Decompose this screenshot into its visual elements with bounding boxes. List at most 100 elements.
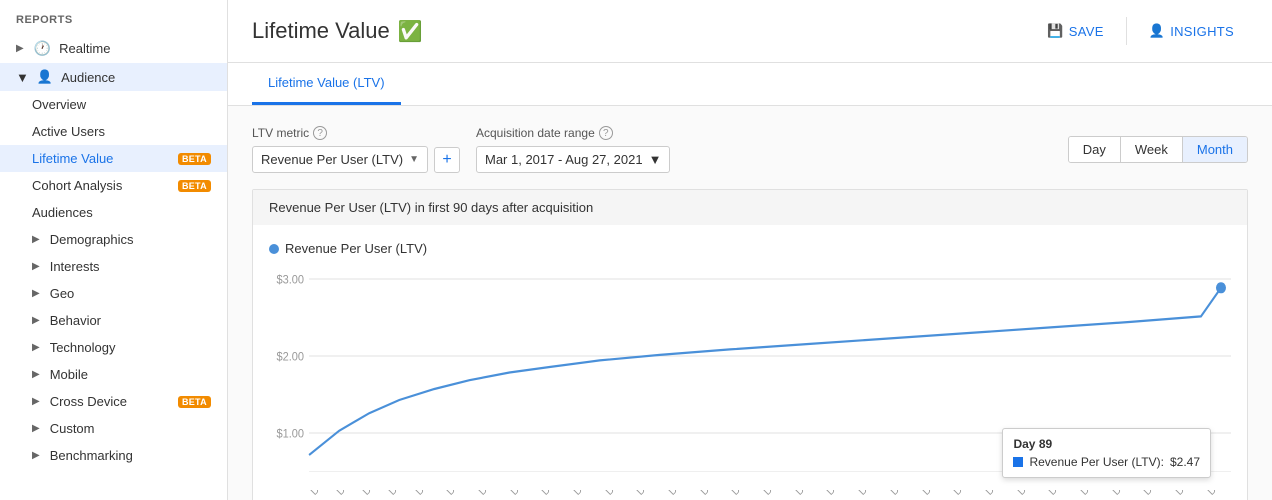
audience-icon: 👤: [37, 69, 53, 85]
sidebar-item-geo[interactable]: ▶ Geo: [0, 280, 227, 307]
sidebar-item-label-lifetime-value: Lifetime Value: [32, 151, 170, 166]
x-label-48: Day 48: [794, 490, 824, 498]
legend-label: Revenue Per User (LTV): [285, 241, 427, 256]
main-content: Lifetime Value ✅ 💾 SAVE 👤 INSIGHTS Lifet…: [228, 0, 1272, 500]
realtime-icon: 🕐: [34, 40, 51, 57]
time-btn-month[interactable]: Month: [1183, 137, 1247, 162]
sidebar: REPORTS ▶ 🕐 Realtime ▼ 👤 Audience Overvi…: [0, 0, 228, 500]
insights-button[interactable]: 👤 INSIGHTS: [1135, 16, 1248, 46]
technology-chevron: ▶: [32, 342, 40, 353]
x-label-12: Day 12: [414, 490, 444, 498]
acquisition-date-value: Mar 1, 2017 - Aug 27, 2021: [485, 152, 643, 167]
ltv-metric-select-row: Revenue Per User (LTV) ▼ +: [252, 146, 460, 173]
behavior-chevron: ▶: [32, 315, 40, 326]
sidebar-item-cohort-analysis[interactable]: Cohort Analysis BETA: [0, 172, 227, 199]
x-label-42: Day 42: [730, 490, 760, 498]
sidebar-item-label-active-users: Active Users: [32, 124, 211, 139]
acquisition-help-icon[interactable]: ?: [599, 126, 613, 140]
sidebar-item-benchmarking[interactable]: ▶ Benchmarking: [0, 442, 227, 469]
chart-svg-wrapper: $3.00 $2.00 $1.00 Day 89 Revenue Per Us: [269, 268, 1231, 488]
x-axis-labels: Day 0 Day 3 Day 6 Day 9 Day 12 Day 15 Da…: [269, 490, 1231, 500]
content-area: LTV metric ? Revenue Per User (LTV) ▼ + …: [228, 106, 1272, 500]
ltv-metric-add-button[interactable]: +: [434, 147, 460, 173]
x-label-18: Day 18: [477, 490, 507, 498]
sidebar-item-label-cross-device: Cross Device: [50, 394, 170, 409]
sidebar-item-label-geo: Geo: [50, 286, 211, 301]
save-button[interactable]: 💾 SAVE: [1033, 16, 1117, 46]
sidebar-item-demographics[interactable]: ▶ Demographics: [0, 226, 227, 253]
sidebar-item-interests[interactable]: ▶ Interests: [0, 253, 227, 280]
x-label-78: Day 78: [1111, 490, 1141, 498]
cross-device-badge: BETA: [178, 396, 211, 408]
tab-lifetime-value[interactable]: Lifetime Value (LTV): [252, 63, 401, 105]
ltv-metric-group: LTV metric ? Revenue Per User (LTV) ▼ +: [252, 126, 460, 173]
x-label-36: Day 36: [667, 490, 697, 498]
controls-row: LTV metric ? Revenue Per User (LTV) ▼ + …: [252, 126, 1248, 173]
ltv-metric-select[interactable]: Revenue Per User (LTV) ▼: [252, 146, 428, 173]
x-label-0: Day 0: [309, 490, 335, 498]
x-label-21: Day 21: [509, 490, 539, 498]
sidebar-item-label-behavior: Behavior: [50, 313, 211, 328]
title-text: Lifetime Value: [252, 18, 390, 44]
sidebar-item-label-interests: Interests: [50, 259, 211, 274]
sidebar-item-realtime[interactable]: ▶ 🕐 Realtime: [0, 34, 227, 63]
header-divider: [1126, 17, 1127, 45]
mobile-chevron: ▶: [32, 369, 40, 380]
x-label-3: Day 3: [335, 490, 361, 498]
x-label-24: Day 24: [540, 490, 570, 498]
x-label-66: Day 66: [984, 490, 1014, 498]
sidebar-item-custom[interactable]: ▶ Custom: [0, 415, 227, 442]
x-label-30: Day 30: [604, 490, 634, 498]
x-label-15: Day 15: [445, 490, 475, 498]
acquisition-label: Acquisition date range ?: [476, 126, 670, 140]
sidebar-item-label-custom: Custom: [50, 421, 211, 436]
sidebar-item-label-overview: Overview: [32, 97, 211, 112]
time-btn-week[interactable]: Week: [1121, 137, 1183, 162]
sidebar-item-label-technology: Technology: [50, 340, 211, 355]
sidebar-item-audiences[interactable]: Audiences: [0, 199, 227, 226]
lifetime-value-badge: BETA: [178, 153, 211, 165]
sidebar-item-overview[interactable]: Overview: [0, 91, 227, 118]
benchmarking-chevron: ▶: [32, 450, 40, 461]
sidebar-item-cross-device[interactable]: ▶ Cross Device BETA: [0, 388, 227, 415]
interests-chevron: ▶: [32, 261, 40, 272]
tooltip-row: Revenue Per User (LTV): $2.47: [1013, 455, 1200, 469]
custom-chevron: ▶: [32, 423, 40, 434]
cohort-analysis-badge: BETA: [178, 180, 211, 192]
svg-text:$1.00: $1.00: [277, 428, 305, 441]
x-label-84: Day 84: [1174, 490, 1204, 498]
sidebar-item-audience[interactable]: ▼ 👤 Audience: [0, 63, 227, 91]
geo-chevron: ▶: [32, 288, 40, 299]
chart-container: Revenue Per User (LTV) in first 90 days …: [252, 189, 1248, 500]
sidebar-item-label-audience: Audience: [61, 70, 211, 85]
x-label-72: Day 72: [1047, 490, 1077, 498]
sidebar-item-behavior[interactable]: ▶ Behavior: [0, 307, 227, 334]
acquisition-group: Acquisition date range ? Mar 1, 2017 - A…: [476, 126, 670, 173]
tooltip-metric-value: $2.47: [1170, 455, 1200, 469]
x-label-51: Day 51: [825, 490, 855, 498]
sidebar-item-label-mobile: Mobile: [50, 367, 211, 382]
time-btn-day[interactable]: Day: [1069, 137, 1121, 162]
sidebar-item-lifetime-value[interactable]: Lifetime Value BETA: [0, 145, 227, 172]
cross-device-chevron: ▶: [32, 396, 40, 407]
header-actions: 💾 SAVE 👤 INSIGHTS: [1033, 16, 1248, 46]
page-title: Lifetime Value ✅: [252, 18, 1033, 44]
save-icon: 💾: [1047, 23, 1064, 39]
acquisition-date-arrow-icon: ▼: [649, 152, 662, 167]
sidebar-item-active-users[interactable]: Active Users: [0, 118, 227, 145]
reports-label: REPORTS: [0, 0, 227, 34]
acquisition-date-select[interactable]: Mar 1, 2017 - Aug 27, 2021 ▼: [476, 146, 670, 173]
svg-text:$2.00: $2.00: [277, 351, 305, 364]
sidebar-item-mobile[interactable]: ▶ Mobile: [0, 361, 227, 388]
x-label-45: Day 45: [762, 490, 792, 498]
sidebar-item-technology[interactable]: ▶ Technology: [0, 334, 227, 361]
x-label-54: Day 54: [857, 490, 887, 498]
x-label-69: Day 69: [1016, 490, 1046, 498]
realtime-chevron: ▶: [16, 43, 24, 54]
x-label-27: Day 27: [572, 490, 602, 498]
x-label-87: Day 87: [1206, 490, 1231, 498]
insights-label: INSIGHTS: [1170, 24, 1234, 39]
ltv-metric-label: LTV metric ?: [252, 126, 460, 140]
ltv-metric-help-icon[interactable]: ?: [313, 126, 327, 140]
audience-chevron: ▼: [16, 70, 29, 85]
